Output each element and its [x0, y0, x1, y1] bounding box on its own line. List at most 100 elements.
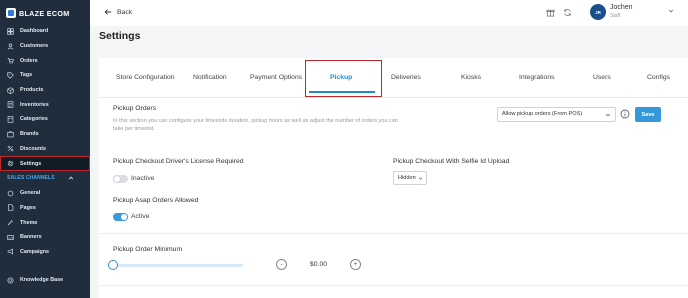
- toggle-knob: [121, 214, 127, 220]
- license-required-title: Pickup Checkout Driver's License Require…: [113, 158, 244, 165]
- sidebar-item-label: Categories: [20, 116, 48, 123]
- sidebar-item-knowledge-base[interactable]: Knowledge Base: [0, 273, 90, 288]
- back-button[interactable]: Back: [104, 8, 132, 16]
- avatar[interactable]: JR: [590, 4, 606, 20]
- pickup-orders-description: In this section you can configure your t…: [113, 118, 398, 133]
- tab-notification[interactable]: Notification: [193, 74, 227, 81]
- sidebar-item-label: Pages: [20, 204, 36, 211]
- tab-kiosks[interactable]: Kiosks: [461, 74, 481, 81]
- tab-users[interactable]: Users: [593, 74, 611, 81]
- chevron-down-icon[interactable]: [668, 8, 674, 14]
- toggle-knob: [114, 176, 120, 182]
- products-icon: [7, 86, 14, 94]
- sidebar-item-label: Orders: [20, 57, 38, 64]
- campaigns-icon: [7, 248, 14, 255]
- order-minimum-slider-thumb[interactable]: [108, 260, 118, 270]
- sidebar-nav: Dashboard Customers Orders Tags Products…: [0, 24, 90, 171]
- settings-panel: Store Configuration Notification Payment…: [99, 58, 688, 298]
- logo-icon: [6, 8, 16, 18]
- sidebar-item-dashboard[interactable]: Dashboard: [0, 24, 90, 39]
- sidebar-item-theme[interactable]: Theme: [0, 215, 90, 230]
- user-role: Staff: [610, 13, 621, 19]
- page-title: Settings: [99, 30, 141, 42]
- theme-icon: [7, 219, 14, 226]
- sidebar-item-brands[interactable]: Brands: [0, 127, 90, 142]
- sidebar-item-label: Banners: [20, 234, 42, 241]
- brand-logo[interactable]: BLAZE ECOM: [0, 3, 90, 23]
- pickup-orders-select[interactable]: Allow pickup orders (From POS): [497, 107, 616, 122]
- tab-integrations[interactable]: Integrations: [519, 74, 555, 81]
- sidebar-item-campaigns[interactable]: Campaigns: [0, 245, 90, 260]
- banners-icon: [7, 234, 14, 241]
- settings-tabs: Store Configuration Notification Payment…: [99, 58, 688, 98]
- increment-button[interactable]: +: [350, 259, 361, 270]
- tab-store-configuration[interactable]: Store Configuration: [116, 74, 175, 81]
- user-name[interactable]: Jochen: [610, 4, 633, 11]
- sidebar-item-orders[interactable]: Orders: [0, 53, 90, 68]
- categories-icon: [7, 116, 14, 123]
- save-button[interactable]: Save: [635, 107, 661, 122]
- sidebar-item-categories[interactable]: Categories: [0, 112, 90, 127]
- pages-icon: [7, 204, 14, 212]
- selfie-upload-title: Pickup Checkout With Selfie Id Upload: [393, 158, 510, 165]
- arrow-left-icon: [104, 9, 112, 15]
- order-minimum-title: Pickup Order Minimum: [113, 246, 183, 253]
- discount-icon: [7, 145, 14, 152]
- tab-payment-options[interactable]: Payment Options: [250, 74, 302, 81]
- general-icon: [7, 190, 14, 197]
- sidebar-item-label: Dashboard: [20, 28, 49, 35]
- select-value: Allow pickup orders (From POS): [502, 111, 583, 117]
- sidebar-item-label: Discounts: [20, 145, 47, 152]
- sidebar-item-label: Products: [20, 87, 44, 94]
- top-icons: [546, 8, 572, 17]
- pickup-orders-title: Pickup Orders: [113, 105, 157, 112]
- divider: [99, 285, 688, 286]
- tab-configs[interactable]: Configs: [647, 74, 688, 81]
- tab-highlight-box: [305, 60, 382, 97]
- order-minimum-amount: $0.00: [310, 261, 328, 268]
- refresh-icon[interactable]: [563, 8, 572, 17]
- brands-icon: [7, 131, 14, 138]
- back-label: Back: [117, 8, 133, 16]
- chevron-up-icon: [68, 176, 74, 180]
- sidebar-item-pages[interactable]: Pages: [0, 201, 90, 216]
- sidebar-item-general[interactable]: General: [0, 186, 90, 201]
- selfie-upload-select[interactable]: Hidden: [393, 171, 427, 185]
- sidebar-item-banners[interactable]: Banners: [0, 230, 90, 245]
- sidebar-item-label: Theme: [20, 219, 38, 226]
- tag-icon: [7, 72, 14, 79]
- sidebar: BLAZE ECOM Dashboard Customers Orders Ta…: [0, 0, 90, 298]
- dashboard-icon: [7, 28, 14, 35]
- customers-icon: [7, 43, 14, 50]
- license-required-toggle[interactable]: [113, 175, 128, 183]
- chevron-down-icon: [418, 177, 423, 180]
- gift-icon[interactable]: [546, 8, 555, 17]
- sidebar-item-label: Brands: [20, 131, 39, 138]
- sidebar-item-settings[interactable]: Settings: [0, 156, 90, 171]
- asap-orders-title: Pickup Asap Orders Allowed: [113, 197, 199, 204]
- sidebar-item-label: Tags: [20, 72, 33, 79]
- sidebar-item-tags[interactable]: Tags: [0, 68, 90, 83]
- help-icon: [7, 277, 14, 284]
- sidebar-item-inventories[interactable]: Inventories: [0, 97, 90, 112]
- asap-orders-toggle[interactable]: [113, 213, 128, 221]
- sales-channels-nav: General Pages Theme Banners Campaigns: [0, 186, 90, 259]
- tab-deliveries[interactable]: Deliveries: [391, 74, 421, 81]
- sidebar-item-label: General: [20, 190, 41, 197]
- order-minimum-slider-track[interactable]: [113, 264, 243, 267]
- info-icon[interactable]: [620, 109, 630, 119]
- sales-channels-toggle[interactable]: SALES CHANNELS: [0, 171, 90, 185]
- sidebar-item-customers[interactable]: Customers: [0, 39, 90, 54]
- inventory-icon: [7, 101, 14, 108]
- decrement-button[interactable]: -: [276, 259, 287, 270]
- sidebar-item-label: Customers: [20, 43, 49, 50]
- license-required-status: Inactive: [131, 175, 155, 182]
- select-value: Hidden: [398, 175, 416, 181]
- sidebar-item-label: Knowledge Base: [20, 277, 64, 284]
- section-label: SALES CHANNELS: [7, 174, 55, 181]
- sidebar-item-products[interactable]: Products: [0, 83, 90, 98]
- divider: [99, 233, 688, 234]
- orders-icon: [7, 57, 14, 64]
- sidebar-item-discounts[interactable]: Discounts: [0, 142, 90, 157]
- asap-orders-status: Active: [131, 213, 150, 220]
